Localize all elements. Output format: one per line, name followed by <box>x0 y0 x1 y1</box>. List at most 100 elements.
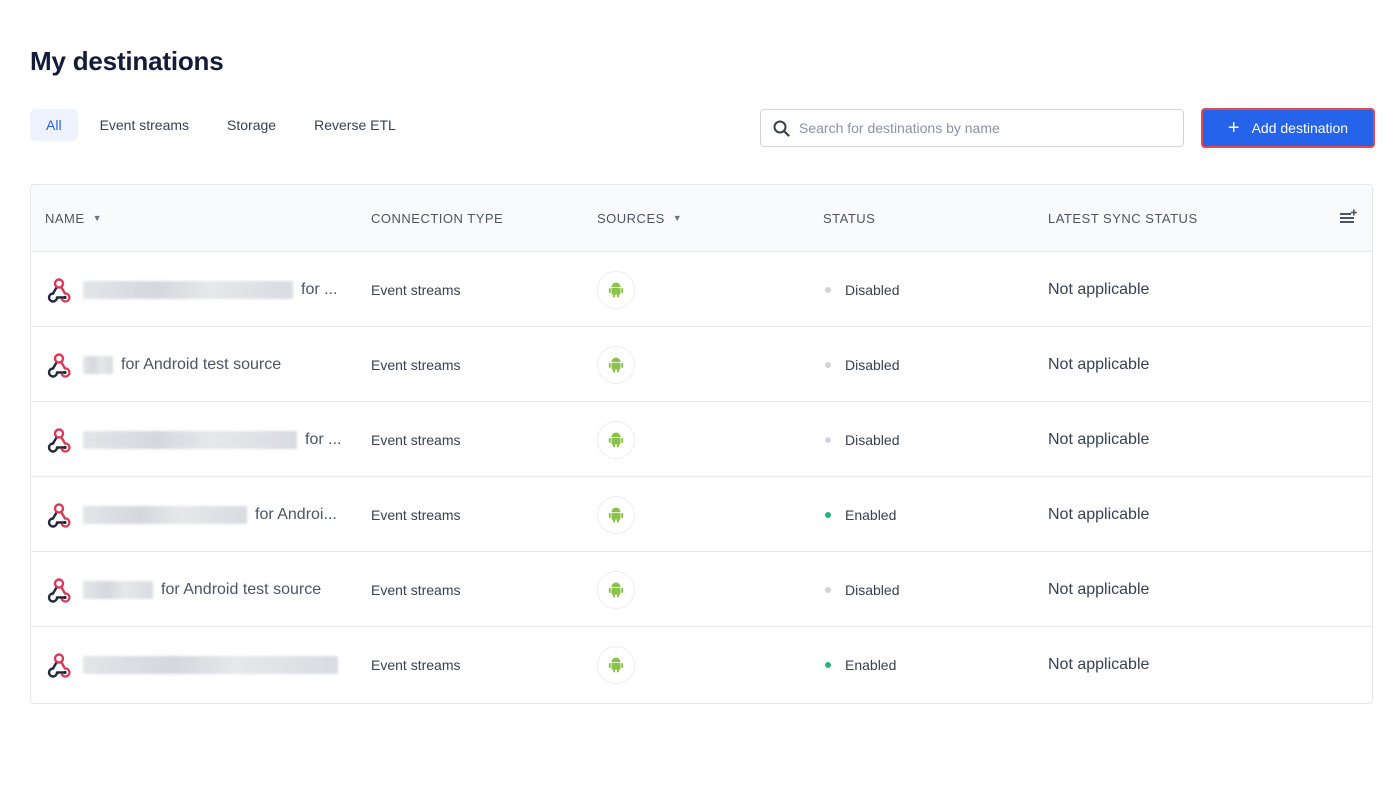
sort-caret-icon: ▼ <box>672 213 683 223</box>
table-row[interactable]: for Android test source Event streams Di… <box>31 327 1372 402</box>
destinations-table: NAME ▼ CONNECTION TYPE SOURCES ▼ STATUS LA… <box>30 184 1373 704</box>
tab-all[interactable]: All <box>30 109 78 141</box>
status-badge: Disabled <box>845 356 900 373</box>
add-destination-label: Add destination <box>1251 120 1349 136</box>
android-icon <box>608 657 624 672</box>
source-badge[interactable] <box>597 420 635 459</box>
destination-name-text[interactable]: for Android test source <box>161 581 321 599</box>
destination-name-text[interactable]: for Androi... <box>255 506 337 524</box>
latest-sync-status-cell: Not applicable <box>1048 430 1150 448</box>
webhook-icon <box>47 502 71 528</box>
table-row[interactable]: Event streams Enabled Not applicable <box>31 627 1372 702</box>
status-badge: Disabled <box>845 281 900 298</box>
destination-name-cell[interactable]: for Android test source <box>45 327 345 402</box>
plus-icon: + <box>1227 117 1240 139</box>
source-badge[interactable] <box>597 345 635 384</box>
redacted-name <box>83 430 297 449</box>
table-row[interactable]: for Android test source Event streams Di… <box>31 552 1372 627</box>
column-header-latest-sync-status: LATEST SYNC STATUS <box>1048 210 1198 226</box>
search-box[interactable] <box>760 109 1184 147</box>
destination-name-cell[interactable]: for ... <box>45 402 345 477</box>
column-header-status: STATUS <box>823 210 876 226</box>
status-cell: Disabled <box>823 252 899 327</box>
destination-name-cell[interactable]: for ... <box>45 252 345 327</box>
webhook-icon <box>47 652 71 678</box>
connection-type-cell: Event streams <box>371 581 461 598</box>
sources-cell <box>597 552 635 627</box>
redacted-name <box>83 355 113 374</box>
destination-name-cell[interactable]: for Androi... <box>45 477 345 552</box>
table-header: NAME ▼ CONNECTION TYPE SOURCES ▼ STATUS LA… <box>31 185 1372 252</box>
status-badge: Enabled <box>845 656 897 673</box>
latest-sync-status-cell: Not applicable <box>1048 655 1150 673</box>
tab-reverse-etl[interactable]: Reverse ETL <box>298 109 412 141</box>
page-title: My destinations <box>30 46 224 76</box>
destination-name-text[interactable]: for Android test source <box>121 356 281 374</box>
destination-name-text[interactable]: for ... <box>305 431 341 449</box>
tab-event-streams[interactable]: Event streams <box>84 109 205 141</box>
latest-sync-status-cell: Not applicable <box>1048 580 1150 598</box>
table-row[interactable]: for ... Event streams Disabled Not appli… <box>31 252 1372 327</box>
status-dot-icon <box>825 661 831 668</box>
source-badge[interactable] <box>597 645 635 684</box>
redacted-name <box>83 580 153 599</box>
column-header-connection-type: CONNECTION TYPE <box>371 210 504 226</box>
android-icon <box>608 282 624 297</box>
table-row[interactable]: for ... Event streams Disabled Not appli… <box>31 402 1372 477</box>
connection-type-cell: Event streams <box>371 506 461 523</box>
destination-name-text[interactable]: for ... <box>301 281 337 299</box>
android-icon <box>608 582 624 597</box>
status-dot-icon <box>825 286 831 293</box>
redacted-name <box>83 280 293 299</box>
webhook-icon <box>47 427 71 453</box>
add-destination-button[interactable]: + Add destination <box>1201 108 1375 148</box>
status-cell: Disabled <box>823 327 899 402</box>
connection-type-cell: Event streams <box>371 356 461 373</box>
status-cell: Enabled <box>823 477 896 552</box>
connection-type-cell: Event streams <box>371 281 461 298</box>
status-badge: Disabled <box>845 581 900 598</box>
sources-cell <box>597 477 635 552</box>
sort-caret-icon: ▼ <box>92 213 102 223</box>
search-input[interactable] <box>799 120 1179 136</box>
sources-cell <box>597 402 635 477</box>
status-dot-icon <box>825 436 831 443</box>
redacted-name <box>83 655 338 674</box>
table-row[interactable]: for Androi... Event streams Enabled Not … <box>31 477 1372 552</box>
status-cell: Disabled <box>823 402 899 477</box>
status-cell: Disabled <box>823 552 899 627</box>
table-body: for ... Event streams Disabled Not appli… <box>31 252 1372 702</box>
sources-cell <box>597 627 635 702</box>
webhook-icon <box>47 277 71 303</box>
search-icon <box>773 120 790 137</box>
source-badge[interactable] <box>597 270 635 309</box>
android-icon <box>608 357 624 372</box>
filter-tabs: All Event streams Storage Reverse ETL <box>30 109 418 141</box>
column-header-sources[interactable]: SOURCES ▼ <box>597 185 682 251</box>
status-dot-icon <box>825 586 831 593</box>
source-badge[interactable] <box>597 495 635 534</box>
latest-sync-status-cell: Not applicable <box>1048 280 1150 298</box>
status-dot-icon <box>825 511 831 518</box>
webhook-icon <box>47 352 71 378</box>
status-cell: Enabled <box>823 627 896 702</box>
tab-storage[interactable]: Storage <box>211 109 292 141</box>
android-icon <box>608 432 624 447</box>
status-badge: Enabled <box>845 506 897 523</box>
webhook-icon <box>47 577 71 603</box>
latest-sync-status-cell: Not applicable <box>1048 355 1150 373</box>
status-dot-icon <box>825 361 831 368</box>
sources-cell <box>597 252 635 327</box>
destination-name-cell[interactable]: for Android test source <box>45 552 345 627</box>
status-badge: Disabled <box>845 431 900 448</box>
redacted-name <box>83 505 247 524</box>
column-header-name[interactable]: NAME ▼ <box>45 185 102 251</box>
connection-type-cell: Event streams <box>371 431 461 448</box>
column-settings-icon[interactable] <box>1340 209 1358 225</box>
sources-cell <box>597 327 635 402</box>
source-badge[interactable] <box>597 570 635 609</box>
connection-type-cell: Event streams <box>371 656 461 673</box>
android-icon <box>608 507 624 522</box>
latest-sync-status-cell: Not applicable <box>1048 505 1150 523</box>
destination-name-cell[interactable] <box>45 627 345 702</box>
